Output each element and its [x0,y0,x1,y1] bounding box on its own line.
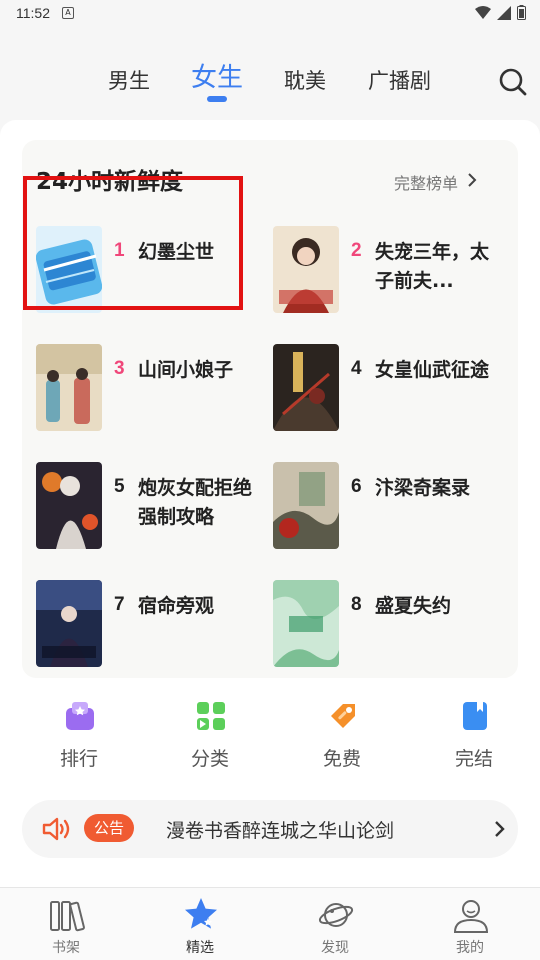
highlight-box [23,176,243,310]
speaker-icon [42,817,70,841]
search-icon[interactable] [498,67,528,97]
book-title: 炮灰女配拒绝强制攻略 [138,477,253,528]
nav-discover[interactable]: 发现 [285,896,385,958]
ranking-item-8[interactable]: 8 盛夏失约 [273,580,503,680]
nav-bookshelf[interactable]: 书架 [16,896,116,958]
free-tag-icon [331,704,355,728]
shortcut-label: 免费 [322,748,361,770]
book-title: 汴梁奇案录 [375,477,471,499]
nav-featured[interactable]: 精选 [150,896,250,958]
ranking-item-6[interactable]: 6 汴梁奇案录 [273,462,503,562]
status-bar: 11:52 A [0,0,540,26]
book-title: 山间小娘子 [138,359,234,381]
book-cover [273,462,339,549]
user-icon [453,900,489,933]
book-cover [273,226,339,313]
chevron-right-icon[interactable] [492,820,508,838]
shortcut-category[interactable]: 分类 [165,700,255,770]
status-time: 11:52 [16,5,50,21]
nav-label: 发现 [321,940,349,956]
tab-danmei[interactable]: 耽美 [284,65,326,95]
ranking-item-3[interactable]: 3 山间小娘子 [36,344,266,444]
announcement-badge: 公告 [84,814,134,842]
shortcut-ranking[interactable]: 排行 [34,700,124,770]
book-cover [273,344,339,431]
notification-icon: A [62,7,74,19]
shortcut-free[interactable]: 免费 [297,700,387,770]
ranking-item-7[interactable]: 7 宿命旁观 [36,580,266,680]
full-ranking-link[interactable]: 完整榜单 [394,170,458,194]
category-tabs: 男生 女生 耽美 广播剧 [0,55,540,115]
announcement-bar[interactable]: 公告 漫卷书香醉连城之华山论剑 [22,800,518,858]
book-title: 女皇仙武征途 [375,359,490,381]
announcement-text[interactable]: 漫卷书香醉连城之华山论剑 [166,816,394,843]
category-icon [197,702,225,730]
tab-male[interactable]: 男生 [108,65,150,95]
tab-female[interactable]: 女生 [191,57,243,94]
shortcut-label: 分类 [190,748,229,770]
book-cover [273,580,339,667]
ranking-icon [66,702,94,730]
book-cover [36,344,102,431]
book-cover [36,462,102,549]
status-icons [475,5,526,20]
rank-number: 4 [351,358,362,379]
nav-label: 书架 [52,940,80,956]
wifi-icon [475,5,491,19]
chevron-right-icon[interactable] [464,172,480,188]
active-tab-indicator [207,96,227,102]
rank-number: 3 [114,358,125,379]
bottom-navigation: 书架 精选 发现 我的 [0,887,540,960]
shortcut-finished[interactable]: 完结 [429,700,519,770]
planet-icon [318,903,354,927]
rank-number: 2 [351,240,362,261]
book-title: 宿命旁观 [138,595,215,617]
tab-radio-drama[interactable]: 广播剧 [368,65,431,95]
shortcut-label: 完结 [454,748,493,770]
nav-profile[interactable]: 我的 [420,896,520,958]
featured-star-icon [185,898,217,929]
bookshelf-icon [50,901,85,932]
book-cover [36,580,102,667]
rank-number: 6 [351,476,362,497]
shortcut-label: 排行 [59,748,98,770]
nav-label: 精选 [186,940,214,956]
rank-number: 5 [114,476,125,497]
signal-icon [497,5,511,20]
ranking-item-2[interactable]: 2 失宠三年，太子前夫... [273,226,503,326]
finished-book-icon [463,702,487,730]
battery-icon [517,5,526,20]
rank-number: 8 [351,594,362,615]
book-title: 盛夏失约 [375,595,452,617]
book-title: 失宠三年，太子前夫... [375,241,490,292]
ranking-item-4[interactable]: 4 女皇仙武征途 [273,344,503,444]
ranking-item-5[interactable]: 5 炮灰女配拒绝强制攻略 [36,462,266,562]
nav-label: 我的 [456,940,484,956]
rank-number: 7 [114,594,125,615]
